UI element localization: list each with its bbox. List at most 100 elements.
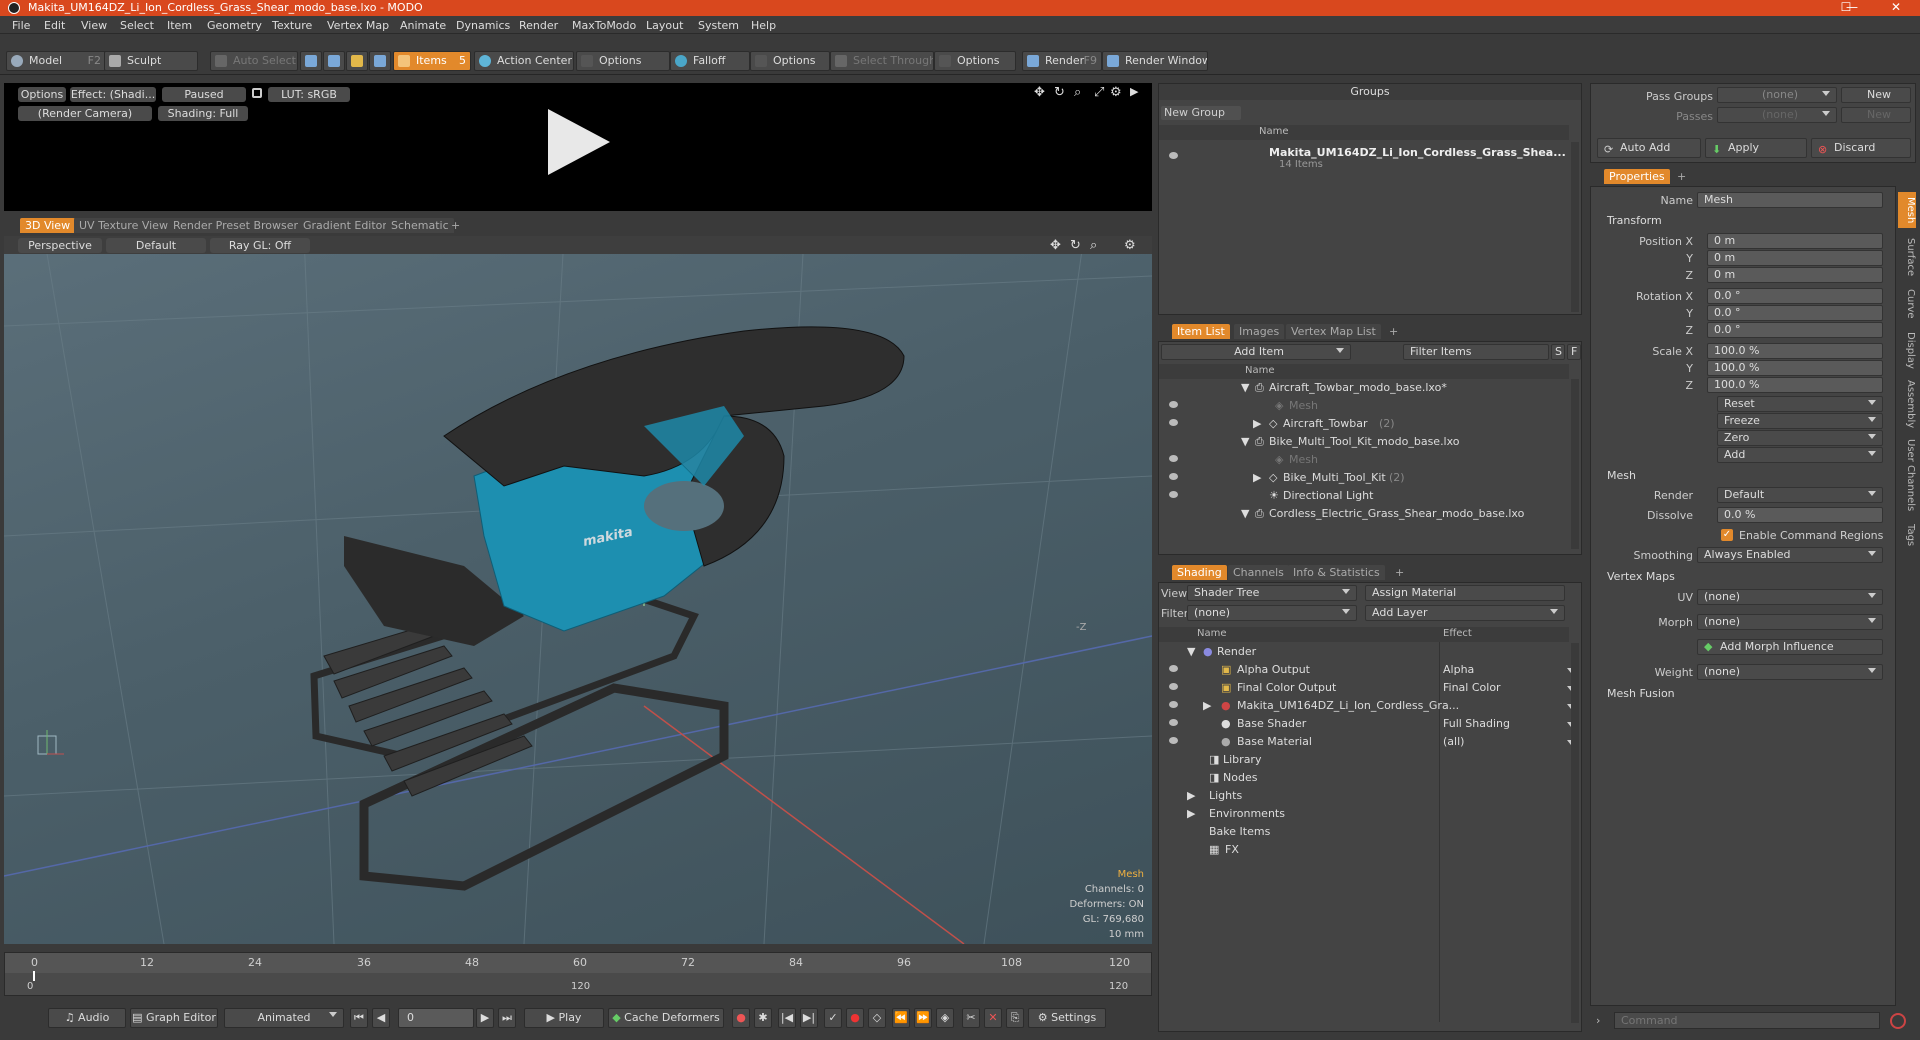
shader-row[interactable]: ▶ Environments: [1159, 805, 1581, 823]
menu-edit[interactable]: Edit: [44, 19, 65, 32]
gear-icon[interactable]: ⚙: [1110, 85, 1122, 100]
morph-dropdown[interactable]: (none): [1697, 614, 1883, 630]
prev-key-button[interactable]: |◀: [778, 1008, 796, 1028]
side-tab-mesh[interactable]: Mesh: [1898, 192, 1916, 228]
menu-vertex-map[interactable]: Vertex Map: [327, 19, 389, 32]
tab-3d-view[interactable]: 3D View: [20, 218, 76, 233]
side-tab-curve[interactable]: Curve: [1898, 286, 1916, 322]
side-tab-user-channels[interactable]: User Channels: [1898, 438, 1916, 512]
menu-help[interactable]: Help: [751, 19, 776, 32]
menu-texture[interactable]: Texture: [272, 19, 312, 32]
collapse-icon[interactable]: ▶: [1203, 699, 1211, 712]
menu-item[interactable]: Item: [167, 19, 192, 32]
transform-section[interactable]: Transform: [1607, 214, 1662, 227]
prev-frame-button[interactable]: ◀: [372, 1008, 390, 1028]
menu-system[interactable]: System: [698, 19, 739, 32]
tab-channels[interactable]: Channels: [1228, 565, 1289, 580]
shader-effect[interactable]: Full Shading: [1443, 717, 1510, 730]
side-tab-display[interactable]: Display: [1898, 330, 1916, 370]
freeze-dropdown[interactable]: Freeze: [1717, 413, 1883, 429]
scrollbar[interactable]: [1571, 643, 1579, 1023]
action-center-button[interactable]: Action Center: [474, 51, 574, 71]
falloff-button[interactable]: Falloff: [670, 51, 750, 71]
delete-key-button[interactable]: ✕: [984, 1008, 1002, 1028]
expand-icon[interactable]: ▼: [1241, 381, 1249, 394]
falloff-options-button[interactable]: Options: [750, 51, 830, 71]
zoom-icon[interactable]: ⌕: [1090, 238, 1097, 253]
weight-dropdown[interactable]: (none): [1697, 664, 1883, 680]
menu-dynamics[interactable]: Dynamics: [456, 19, 510, 32]
sculpt-mode-button[interactable]: Sculpt: [104, 51, 198, 71]
shading-dropdown[interactable]: Shading: Full: [158, 106, 248, 121]
collapse-icon[interactable]: ▶: [1253, 471, 1261, 484]
settings-button[interactable]: ⚙ Settings: [1028, 1008, 1106, 1028]
render-window-button[interactable]: Render Window: [1102, 51, 1208, 71]
select-options-button[interactable]: Options: [934, 51, 1016, 71]
side-tab-surface[interactable]: Surface: [1898, 236, 1916, 278]
side-tab-assembly[interactable]: Assembly: [1898, 378, 1916, 430]
side-tab-tags[interactable]: Tags: [1898, 520, 1916, 550]
eye-icon[interactable]: [1169, 737, 1178, 744]
items-mode-button[interactable]: Items 5: [393, 51, 471, 71]
shader-row[interactable]: ▣ Alpha Output Alpha: [1159, 661, 1581, 679]
menu-animate[interactable]: Animate: [400, 19, 446, 32]
shader-row[interactable]: ▣ Final Color Output Final Color: [1159, 679, 1581, 697]
record-button[interactable]: ●: [846, 1008, 864, 1028]
shader-row[interactable]: ◨ Library: [1159, 751, 1581, 769]
discard-button[interactable]: ⊗ Discard: [1811, 138, 1911, 158]
tab-images[interactable]: Images: [1234, 324, 1285, 339]
collapse-icon[interactable]: ▶: [1187, 807, 1195, 820]
mesh-fusion-section[interactable]: Mesh Fusion: [1607, 687, 1675, 700]
menu-maxtomodo[interactable]: MaxToModo: [572, 19, 636, 32]
apply-button[interactable]: ⬇ Apply: [1705, 138, 1807, 158]
shader-row[interactable]: ▶ Lights: [1159, 787, 1581, 805]
new-pass-group-button[interactable]: New: [1841, 87, 1911, 103]
tab-properties[interactable]: Properties: [1604, 169, 1670, 184]
smoothing-dropdown[interactable]: Always Enabled: [1697, 547, 1883, 563]
expand-icon[interactable]: ▼: [1241, 507, 1249, 520]
shader-row[interactable]: Bake Items: [1159, 823, 1581, 841]
materials-mode-button[interactable]: [369, 51, 391, 71]
add-morph-influence-button[interactable]: ◆ Add Morph Influence: [1697, 639, 1883, 655]
eye-icon[interactable]: [1169, 401, 1178, 408]
list-item[interactable]: ▼ ⎙ Aircraft_Towbar_modo_base.lxo*: [1159, 379, 1581, 397]
shader-effect[interactable]: Final Color: [1443, 681, 1501, 694]
polygons-mode-button[interactable]: [346, 51, 368, 71]
scrollbar[interactable]: [1571, 379, 1579, 549]
shader-row[interactable]: ▶ ● Makita_UM164DZ_Li_Ion_Cordless_Gra...: [1159, 697, 1581, 715]
lut-dropdown[interactable]: LUT: sRGB: [268, 87, 350, 102]
tab-info-statistics[interactable]: Info & Statistics: [1288, 565, 1385, 580]
mesh-section[interactable]: Mesh: [1607, 469, 1636, 482]
channel-key-button[interactable]: ◈: [936, 1008, 954, 1028]
filter-f-button[interactable]: F: [1567, 344, 1581, 360]
scale-y-input[interactable]: 100.0 %: [1707, 360, 1883, 376]
add-dropdown[interactable]: Add: [1717, 447, 1883, 463]
stop-icon[interactable]: [1890, 1013, 1906, 1029]
key-next-button[interactable]: ⏩: [914, 1008, 932, 1028]
name-input[interactable]: Mesh: [1697, 192, 1883, 208]
menu-view[interactable]: View: [81, 19, 107, 32]
render-dropdown[interactable]: Default: [1717, 487, 1883, 503]
eye-icon[interactable]: [1169, 419, 1178, 426]
next-frame-button[interactable]: ▶: [476, 1008, 494, 1028]
play-button[interactable]: ▶ Play: [524, 1008, 604, 1028]
list-item[interactable]: ▶ ◇ Bike_Multi_Tool_Kit (2): [1159, 469, 1581, 487]
position-x-input[interactable]: 0 m: [1707, 233, 1883, 249]
shader-effect[interactable]: Alpha: [1443, 663, 1474, 676]
preview-options-button[interactable]: Options: [18, 87, 66, 102]
assign-material-button[interactable]: Assign Material: [1365, 585, 1565, 601]
copy-key-button[interactable]: ⎘: [1006, 1008, 1024, 1028]
menu-render[interactable]: Render: [519, 19, 558, 32]
vertex-maps-section[interactable]: Vertex Maps: [1607, 570, 1675, 583]
add-tab-button[interactable]: +: [446, 218, 465, 233]
key-prev-button[interactable]: ⏪: [892, 1008, 910, 1028]
preview-paused-button[interactable]: Paused: [162, 87, 246, 102]
gear-icon[interactable]: ⚙: [1124, 238, 1136, 253]
shader-row[interactable]: ▼ ● Render: [1159, 643, 1581, 661]
list-item[interactable]: ▼ ⎙ Bike_Multi_Tool_Kit_modo_base.lxo: [1159, 433, 1581, 451]
eye-icon[interactable]: [1169, 473, 1178, 480]
graph-editor-button[interactable]: ▤ Graph Editor: [130, 1008, 218, 1028]
action-center-options-button[interactable]: Options: [576, 51, 670, 71]
group-item[interactable]: Makita_UM164DZ_Li_Ion_Cordless_Grass_She…: [1159, 142, 1569, 172]
lock-icon[interactable]: [252, 88, 262, 98]
